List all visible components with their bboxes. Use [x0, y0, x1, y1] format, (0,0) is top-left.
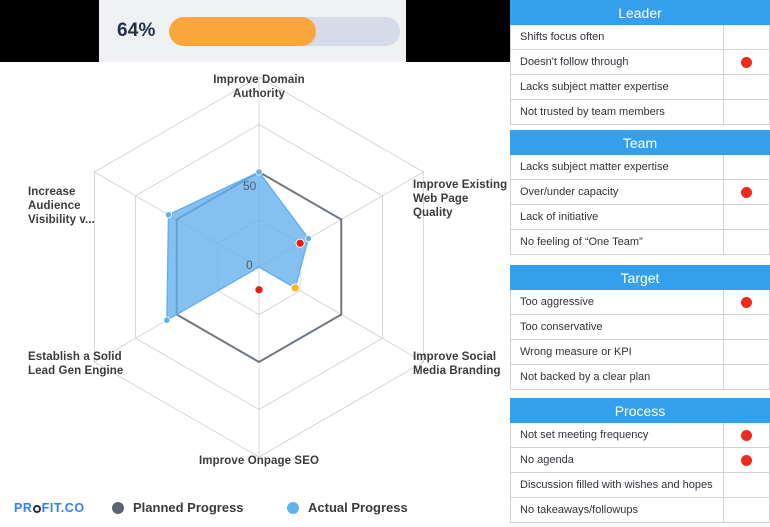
legend-dot-icon [112, 501, 124, 514]
table-row[interactable]: No takeaways/followups [510, 498, 770, 523]
status-flag-cell[interactable] [723, 365, 769, 389]
red-dot-icon [741, 429, 752, 441]
issue-label: Lacks subject matter expertise [520, 161, 669, 173]
status-flag-cell[interactable] [723, 100, 769, 124]
issue-label: No feeling of “One Team” [520, 236, 643, 248]
table-row[interactable]: Doesn't follow through [510, 50, 770, 75]
issue-table-process: Process Not set meeting frequency No agend… [510, 398, 770, 523]
table-row[interactable]: No feeling of “One Team” [510, 230, 770, 255]
progress-card: 64% [99, 0, 406, 62]
axis-label-improve-social-media-branding: Improve Social Media Branding [413, 351, 501, 377]
axis-label-improve-onpage-seo: Improve Onpage SEO [198, 455, 320, 467]
profit-co-logo: PR FIT.CO [14, 501, 85, 515]
progress-bar-track [168, 16, 400, 46]
status-flag-cell[interactable] [723, 290, 769, 314]
axis-label-improve-domain-authority: Improve Domain Authority [213, 74, 305, 100]
table-row[interactable]: Discussion filled with wishes and hopes [510, 473, 770, 498]
legend-dot-icon [287, 501, 299, 514]
screenshot-root: 64% Improve Domain Authority Improve Exi… [0, 0, 770, 527]
issue-table-leader: Leader Shifts focus often Doesn't follow t… [510, 0, 770, 125]
issue-label: Lacks subject matter expertise [520, 81, 669, 93]
status-flag-cell[interactable] [723, 498, 769, 522]
status-flag-cell[interactable] [723, 448, 769, 472]
issue-label: Discussion filled with wishes and hopes [520, 479, 713, 491]
issue-label: Doesn't follow through [520, 56, 629, 68]
issue-label: Too conservative [520, 321, 603, 333]
issues-panel: Leader Shifts focus often Doesn't follow t… [510, 0, 770, 527]
red-dot-icon [741, 296, 752, 308]
legend-label-planned-progress: Planned Progress [133, 500, 244, 515]
table-header-process: Process [510, 398, 770, 423]
table-row[interactable]: Too aggressive [510, 290, 770, 315]
issue-table-team: Team Lacks subject matter expertise Over/u… [510, 130, 770, 255]
table-row[interactable]: Not backed by a clear plan [510, 365, 770, 390]
red-dot-icon [741, 56, 752, 68]
table-row[interactable]: Lacks subject matter expertise [510, 155, 770, 180]
table-header-team: Team [510, 130, 770, 155]
issue-label: Too aggressive [520, 296, 594, 308]
table-row[interactable]: Over/under capacity [510, 180, 770, 205]
table-row[interactable]: Lack of initiative [510, 205, 770, 230]
status-flag-cell[interactable] [723, 180, 769, 204]
radar-chart-area: Improve Domain Authority Improve Existin… [0, 62, 510, 527]
table-row[interactable]: Not set meeting frequency [510, 423, 770, 448]
red-dot-icon [741, 186, 752, 198]
status-flag-cell[interactable] [723, 205, 769, 229]
issue-label: Shifts focus often [520, 31, 605, 43]
status-flag-cell[interactable] [723, 230, 769, 254]
legend-label-actual-progress: Actual Progress [308, 500, 408, 515]
table-row[interactable]: Too conservative [510, 315, 770, 340]
status-flag-cell[interactable] [723, 75, 769, 99]
legend-item-actual-progress: Actual Progress [287, 500, 408, 515]
table-header-leader: Leader [510, 0, 770, 25]
table-header-target: Target [510, 265, 770, 290]
status-flag-cell[interactable] [723, 473, 769, 497]
radial-tick-0: 0 [246, 258, 253, 272]
issue-label: No takeaways/followups [520, 504, 639, 516]
issue-label: Over/under capacity [520, 186, 619, 198]
progress-percent-label: 64% [117, 20, 156, 41]
issue-label: Wrong measure or KPI [520, 346, 632, 358]
axis-label-improve-existing-web-page-quality: Improve Existing Web Page Quality [413, 179, 508, 219]
logo-text-left: PR [14, 501, 33, 515]
issue-label: Not set meeting frequency [520, 429, 649, 441]
legend-item-planned-progress: Planned Progress [112, 500, 244, 515]
issue-label: Not trusted by team members [520, 106, 665, 118]
axis-label-establish-solid-lead-gen-engine: Establish a Solid Lead Gen Engine [28, 351, 124, 377]
logo-ring-icon [33, 505, 42, 513]
status-flag-cell[interactable] [723, 340, 769, 364]
issue-label: Lack of initiative [520, 211, 599, 223]
status-flag-cell[interactable] [723, 155, 769, 179]
status-flag-cell[interactable] [723, 315, 769, 339]
axis-label-increase-audience-visibility: Increase Audience Visibility v... [28, 186, 95, 226]
issue-table-target: Target Too aggressive Too conservative Wron… [510, 265, 770, 390]
red-dot-icon [741, 454, 752, 466]
table-row[interactable]: Not trusted by team members [510, 100, 770, 125]
table-row[interactable]: Shifts focus often [510, 25, 770, 50]
table-row[interactable]: Lacks subject matter expertise [510, 75, 770, 100]
status-flag-cell[interactable] [723, 423, 769, 447]
table-row[interactable]: Wrong measure or KPI [510, 340, 770, 365]
progress-bar-fill [168, 16, 317, 46]
status-flag-cell[interactable] [723, 25, 769, 49]
status-flag-cell[interactable] [723, 50, 769, 74]
issue-label: Not backed by a clear plan [520, 371, 651, 383]
logo-text-right: FIT.CO [41, 501, 85, 515]
table-row[interactable]: No agenda [510, 448, 770, 473]
issue-label: No agenda [520, 454, 574, 466]
radial-tick-50: 50 [243, 179, 257, 193]
